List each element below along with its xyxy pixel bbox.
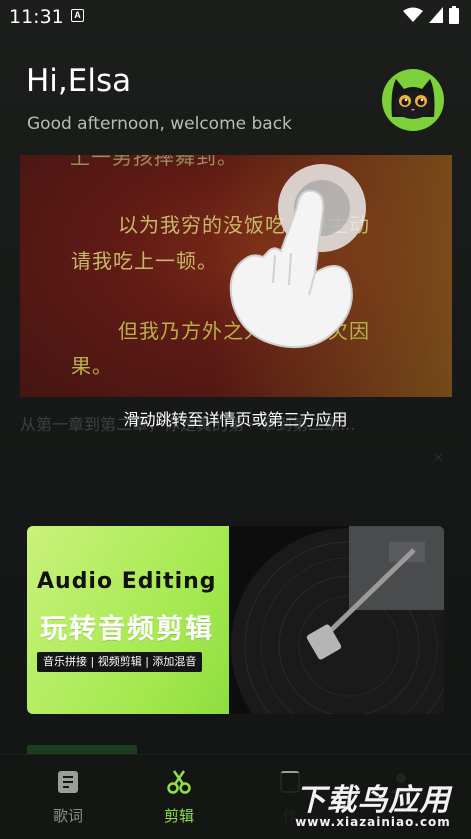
avatar[interactable] [382, 69, 444, 131]
status-icons [403, 6, 459, 24]
vinyl-record-icon [229, 526, 444, 714]
banner-subtitle: 玩转音频剪辑 [40, 614, 214, 645]
greeting-title: Hi,Elsa [26, 63, 132, 99]
scissors-icon [167, 770, 191, 794]
notification-badge-icon: A [71, 9, 84, 22]
status-bar: 11:31 A [0, 0, 471, 34]
banner-title: Audio Editing [37, 569, 217, 594]
watermark-url: www.xiazainiao.com [295, 815, 451, 829]
black-cat-avatar-icon [391, 79, 435, 119]
lyrics-icon [58, 771, 78, 793]
tap-hand-icon [229, 164, 366, 349]
lyric-line: 果。 [71, 354, 113, 378]
close-icon[interactable]: ✕ [433, 450, 444, 466]
banner-tag: 音乐拼接 | 视频剪辑 | 添加混音 [37, 652, 203, 672]
wifi-icon [403, 7, 423, 22]
nav-label-lyrics: 歌词 [52, 807, 83, 825]
nav-item-edit[interactable]: 剪辑 [144, 769, 214, 826]
swipe-hint: 滑动跳转至详情页或第三方应用 [123, 410, 348, 429]
greeting-subtitle: Good afternoon, welcome back [27, 114, 292, 134]
lyric-line: 请我吃上一顿。 [71, 249, 218, 273]
nav-item-lyrics[interactable]: 歌词 [33, 769, 103, 826]
lyric-line: 上一男孩摔舞到。 [70, 155, 238, 169]
nav-label-edit: 剪辑 [163, 807, 194, 825]
signal-icon [429, 7, 443, 23]
audio-editing-banner[interactable]: Audio Editing 玩转音频剪辑 音乐拼接 | 视频剪辑 | 添加混音 [27, 526, 444, 714]
battery-icon [449, 6, 459, 24]
watermark: 下载鸟应用 www.xiazainiao.com [278, 773, 468, 835]
status-time: 11:31 [9, 6, 64, 28]
watermark-text: 下载鸟应用 [295, 783, 451, 818]
